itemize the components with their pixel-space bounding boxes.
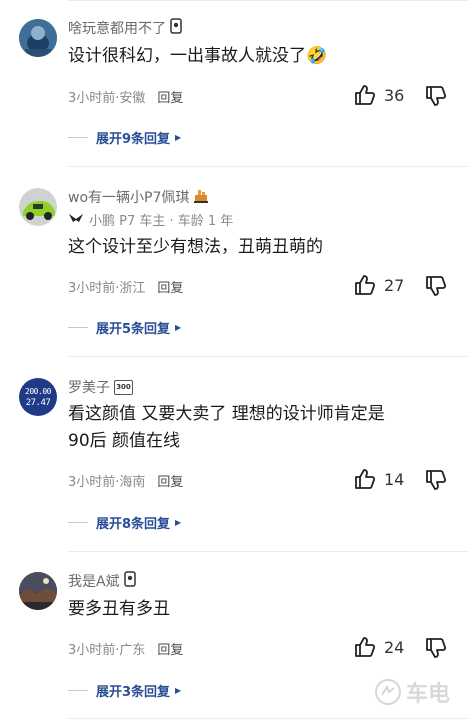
dislike-button[interactable] [425,85,447,111]
comment-text: 要多丑有多丑 [68,599,170,619]
username[interactable]: wo有一辆小P7佩琪 [68,187,209,207]
expand-line [68,690,88,691]
avatar[interactable]: 200.00 27.47 [19,378,57,416]
comment-meta: 3小时前·安徽 回复 [68,87,183,106]
phone-badge-icon [170,18,182,38]
expand-line [68,522,88,523]
like-count: 27 [384,275,405,295]
reply-button[interactable]: 回复 [157,277,183,296]
time-location: 3小时前·海南 [68,475,146,490]
landscape-avatar-icon [19,572,57,610]
like-count: 14 [384,469,405,489]
thumbs-down-icon [426,276,447,296]
like-button[interactable]: 24 [354,636,404,658]
time-location: 3小时前·浙江 [68,281,146,296]
thumbs-up-icon [355,637,376,657]
username[interactable]: 罗美子 300 [68,377,133,397]
comment-text: 设计很科幻，一出事故人就没了🤣 [68,46,328,66]
castle-badge-icon [193,187,209,207]
watermark: 车电 [374,676,450,708]
dislike-button[interactable] [425,275,447,301]
like-count: 24 [384,637,405,657]
comment-meta: 3小时前·海南 回复 [68,471,183,490]
level-badge: 300 [114,379,133,395]
watermark-logo-icon [375,679,401,705]
like-count: 36 [384,85,405,105]
username[interactable]: 我是A斌 [68,571,136,591]
username[interactable]: 啥玩意都用不了 [68,18,182,38]
reply-button[interactable]: 回复 [157,639,183,658]
thumbs-down-icon [426,86,447,106]
divider [68,166,468,167]
triangle-right-icon: ▶ [175,686,182,695]
thumbs-up-icon [355,275,376,295]
divider [68,551,468,552]
car-owner-info: 小鹏 P7 车主 · 车龄 1 年 [68,210,233,229]
expand-replies-button[interactable]: 展开8条回复 ▶ [68,513,181,532]
like-button[interactable]: 36 [354,84,404,106]
avatar[interactable] [19,188,57,226]
expand-replies-button[interactable]: 展开3条回复 ▶ [68,681,181,700]
divider [68,0,468,1]
divider [68,718,468,719]
dislike-button[interactable] [425,637,447,663]
thumbs-down-icon [426,470,447,490]
triangle-right-icon: ▶ [175,323,182,332]
triangle-right-icon: ▶ [175,133,182,142]
avatar-display-panel: 200.00 27.47 [19,378,57,416]
thumbs-up-icon [355,85,376,105]
thumbs-up-icon [355,469,376,489]
expand-replies-button[interactable]: 展开5条回复 ▶ [68,318,181,337]
car-avatar-icon [19,188,57,226]
expand-line [68,137,88,138]
avatar[interactable] [19,572,57,610]
dislike-button[interactable] [425,469,447,495]
triangle-right-icon: ▶ [175,518,182,527]
time-location: 3小时前·安徽 [68,91,146,106]
like-button[interactable]: 27 [354,274,404,296]
avatar[interactable] [19,19,57,57]
comment-text-line: 看这颜值 又要大卖了 理想的设计师肯定是 [68,404,385,424]
thumbs-down-icon [426,638,447,658]
avatar-image-icon [19,19,57,57]
comment-meta: 3小时前·广东 回复 [68,639,183,658]
phone-badge-icon [123,571,136,591]
reply-button[interactable]: 回复 [157,87,183,106]
reply-button[interactable]: 回复 [157,471,183,490]
divider [68,356,468,357]
comment-text-line: 90后 颜值在线 [68,431,181,451]
comment-meta: 3小时前·浙江 回复 [68,277,183,296]
expand-line [68,327,88,328]
xpeng-logo-icon [68,212,84,227]
like-button[interactable]: 14 [354,468,404,490]
comment-text: 这个设计至少有想法，丑萌丑萌的 [68,237,323,257]
time-location: 3小时前·广东 [68,643,146,658]
expand-replies-button[interactable]: 展开9条回复 ▶ [68,128,181,147]
comment-text: 看这颜值 又要大卖了 理想的设计师肯定是 90后 颜值在线 [68,401,438,455]
